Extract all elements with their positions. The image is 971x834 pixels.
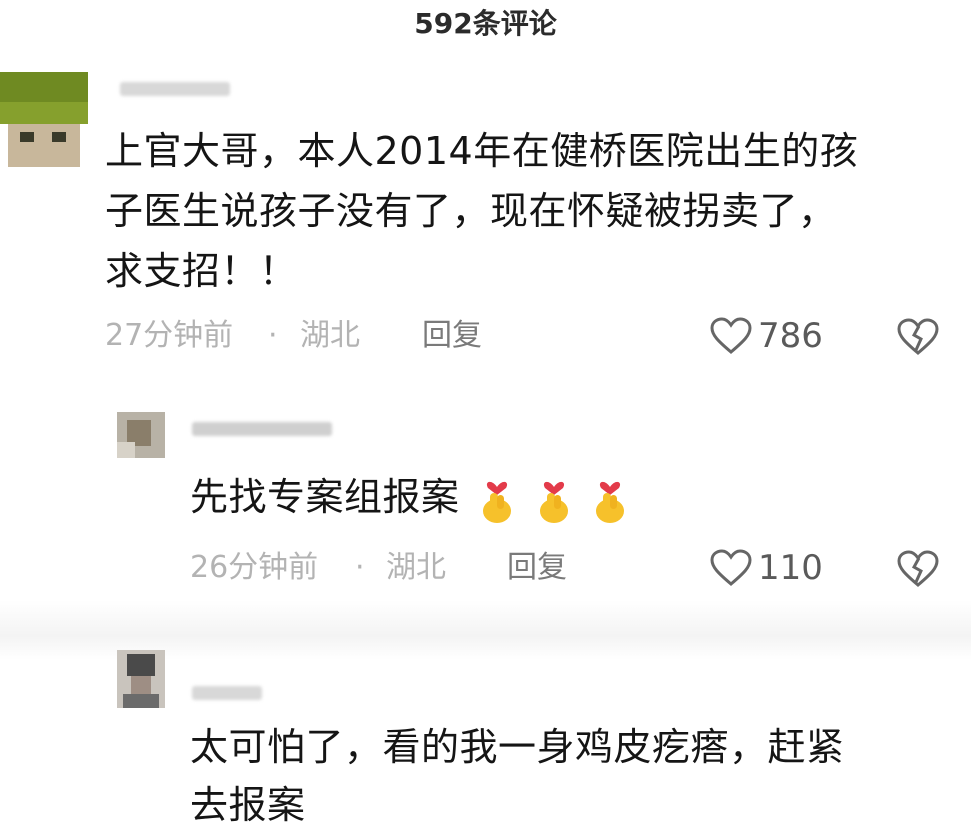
broken-heart-icon[interactable] [897, 550, 939, 588]
avatar[interactable] [0, 72, 88, 167]
comment-line: 子医生说孩子没有了，现在怀疑被拐卖了， [105, 189, 837, 233]
comments-count-title: 592条评论 [414, 7, 557, 40]
finger-heart-emoji [539, 481, 568, 523]
meta-separator: · [355, 550, 365, 585]
comment-line: 上官大哥，本人2014年在健桥医院出生的孩 [105, 129, 859, 173]
comment-line: 太可怕了，看的我一身鸡皮疙瘩，赶紧 [190, 725, 845, 769]
comment-time: 27分钟前 [105, 318, 234, 353]
heart-outline-icon [710, 549, 752, 586]
comment-line: 求支招！！ [105, 249, 298, 293]
broken-heart-icon[interactable] [897, 318, 939, 356]
comment-location: 湖北 [300, 318, 360, 353]
comment-line: 去报案 [190, 783, 306, 827]
comment-time: 26分钟前 [190, 550, 319, 585]
username-blurred[interactable] [192, 686, 262, 700]
like-button[interactable]: 110 [710, 548, 823, 588]
heart-outline-icon [710, 317, 752, 354]
comment-content: 先找专案组报案 [190, 475, 460, 519]
username-blurred[interactable] [192, 422, 332, 436]
meta-separator: · [268, 318, 278, 353]
reply-button[interactable]: 回复 [507, 548, 567, 588]
reply-button[interactable]: 回复 [422, 316, 482, 356]
avatar[interactable] [117, 412, 165, 458]
like-count: 110 [758, 548, 823, 588]
finger-heart-emoji [596, 481, 625, 523]
comment-text: 先找专案组报案 [190, 468, 629, 526]
comment-location: 湖北 [386, 550, 446, 585]
avatar[interactable] [117, 650, 165, 708]
username-blurred[interactable] [120, 82, 230, 96]
finger-heart-emoji [483, 481, 512, 523]
like-button[interactable]: 786 [710, 316, 823, 356]
like-count: 786 [758, 316, 823, 356]
